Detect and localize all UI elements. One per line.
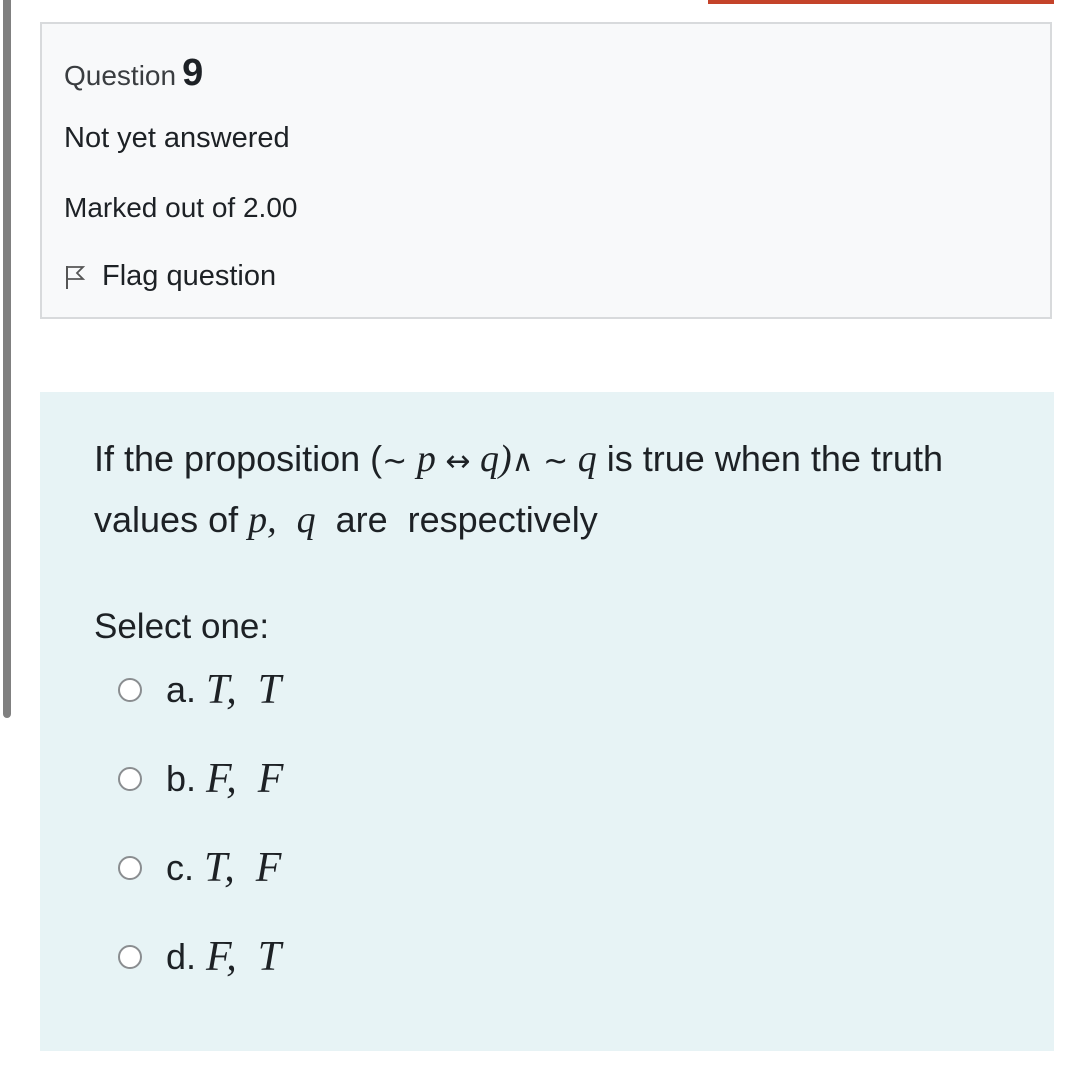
math-q: q: [296, 499, 316, 541]
option-value: T, T: [206, 667, 282, 713]
answer-option-d[interactable]: d. F, T: [118, 927, 283, 987]
option-letter: a.: [166, 669, 197, 710]
flag-icon: [64, 264, 86, 290]
option-value: T, F: [204, 845, 282, 891]
option-letter: d.: [166, 936, 197, 977]
tilde-symbol: ~: [533, 444, 578, 479]
tilde-symbol: ~: [382, 444, 408, 479]
radio-button[interactable]: [118, 678, 142, 702]
option-value: F, F: [206, 756, 284, 802]
question-text-part: If the proposition (: [94, 438, 383, 479]
biconditional-symbol: ↔: [445, 444, 471, 479]
top-accent-bar: [708, 0, 1054, 4]
math-q: q: [470, 438, 499, 480]
question-title: Question 9: [64, 52, 203, 95]
radio-button[interactable]: [118, 856, 142, 880]
question-state: Not yet answered: [64, 122, 290, 154]
flag-label: Flag question: [102, 260, 277, 292]
answer-option-c[interactable]: c. T, F: [118, 838, 283, 898]
question-info-panel: Question 9 Not yet answered Marked out of…: [40, 22, 1052, 319]
radio-button[interactable]: [118, 945, 142, 969]
and-symbol: ∧: [511, 444, 534, 479]
scroll-indicator[interactable]: [3, 0, 11, 718]
option-letter: c.: [166, 847, 195, 888]
select-one-prompt: Select one:: [94, 607, 270, 646]
close-paren: ): [498, 438, 512, 480]
radio-button[interactable]: [118, 767, 142, 791]
option-value: F, T: [206, 934, 282, 980]
question-grade: Marked out of 2.00: [64, 192, 298, 223]
answer-option-b[interactable]: b. F, F: [118, 749, 283, 809]
math-p: p,: [248, 499, 277, 541]
question-number: 9: [182, 52, 204, 94]
question-text-part: are respectively: [315, 499, 598, 540]
math-gap: [277, 499, 297, 540]
question-content-panel: If the proposition (~ p ↔ q)∧ ~ q is tru…: [40, 392, 1054, 1051]
math-q: q: [577, 438, 597, 480]
question-label: Question: [64, 60, 177, 91]
answer-options: a. T, T b. F, F c. T, F d. F, T: [118, 660, 283, 1016]
math-p: p: [407, 438, 446, 480]
question-text: If the proposition (~ p ↔ q)∧ ~ q is tru…: [94, 430, 1014, 549]
answer-option-a[interactable]: a. T, T: [118, 660, 283, 720]
option-letter: b.: [166, 758, 197, 799]
flag-question-link[interactable]: Flag question: [64, 260, 276, 293]
